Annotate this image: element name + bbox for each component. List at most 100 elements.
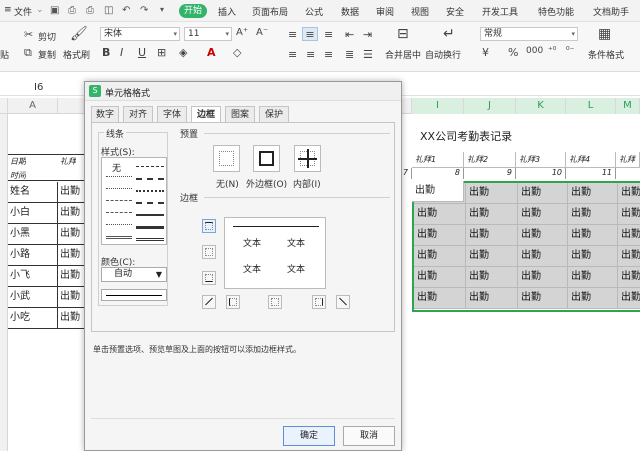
tab-start[interactable]: 开始 <box>179 4 207 18</box>
cut-button[interactable]: 剪切 <box>38 30 56 43</box>
attendance-grid-cell[interactable]: 出勤 <box>518 183 568 204</box>
tab-formula[interactable]: 公式 <box>305 5 323 18</box>
indent-icon[interactable]: ⇤ <box>345 28 354 41</box>
save-icon[interactable]: ▣ <box>50 5 59 16</box>
align-right-icon[interactable]: ≡ <box>324 48 333 61</box>
attendance-grid-cell[interactable]: 出勤 <box>414 204 466 225</box>
increase-decimal-icon[interactable]: ⁺⁰ <box>548 46 556 56</box>
tab-alignment[interactable]: 对齐 <box>123 106 153 122</box>
border-right-button[interactable] <box>312 295 326 309</box>
currency-icon[interactable]: ¥ <box>482 46 489 59</box>
attendance-grid-cell[interactable]: 出勤 <box>414 246 466 267</box>
active-cell[interactable]: 出勤 <box>412 181 464 202</box>
print-icon[interactable]: ⎙ <box>86 5 94 16</box>
tab-pattern[interactable]: 图案 <box>225 106 255 122</box>
border-middle-button[interactable] <box>202 245 216 259</box>
border-center-button[interactable] <box>268 295 282 309</box>
cancel-button[interactable]: 取消 <box>343 426 395 446</box>
name-cell[interactable]: 姓名 <box>8 182 58 203</box>
tab-protection[interactable]: 保护 <box>259 106 289 122</box>
attendance-grid-cell[interactable]: 出勤 <box>466 183 518 204</box>
attendance-grid-cell[interactable]: 出勤 <box>414 225 466 246</box>
name-cell[interactable]: 小飞 <box>8 266 58 287</box>
line-style-option[interactable] <box>106 224 132 225</box>
font-color-icon[interactable]: A <box>207 46 216 59</box>
border-bottom-button[interactable] <box>202 271 216 285</box>
border-left-button[interactable] <box>226 295 240 309</box>
align-middle-icon[interactable]: ≡ <box>302 27 318 41</box>
attendance-grid-cell[interactable]: 出勤 <box>518 246 568 267</box>
line-style-option[interactable] <box>136 166 164 167</box>
line-style-option[interactable] <box>106 200 132 201</box>
column-header[interactable]: M <box>616 98 640 114</box>
decrease-decimal-icon[interactable]: ⁰⁻ <box>566 46 574 56</box>
merge-center-icon[interactable]: ⊟ <box>397 26 409 42</box>
attendance-cell[interactable]: 出勤 <box>58 287 84 308</box>
tab-review[interactable]: 审阅 <box>376 5 394 18</box>
attendance-grid-cell[interactable]: 出勤 <box>414 288 466 309</box>
wrap-text-icon[interactable]: ↵ <box>443 26 455 42</box>
attendance-grid-cell[interactable]: 出勤 <box>466 225 518 246</box>
font-name-select[interactable]: 宋体 ▾ <box>100 27 180 41</box>
tab-border[interactable]: 边框 <box>191 106 221 123</box>
underline-icon[interactable]: U <box>138 46 146 59</box>
tab-data[interactable]: 数据 <box>341 5 359 18</box>
attendance-grid-cell[interactable]: 出勤 <box>618 183 640 204</box>
attendance-grid-cell[interactable]: 出勤 <box>618 204 640 225</box>
tab-number[interactable]: 数字 <box>91 106 119 122</box>
border-diagonal-down-button[interactable] <box>336 295 350 309</box>
column-header[interactable]: A <box>8 98 58 114</box>
undo-icon[interactable]: ↶ <box>122 5 130 16</box>
clear-icon[interactable]: ◇ <box>233 46 241 59</box>
border-icon[interactable]: ⊞ <box>157 46 166 59</box>
name-cell[interactable]: 小白 <box>8 203 58 224</box>
attendance-grid-cell[interactable]: 出勤 <box>618 267 640 288</box>
attendance-grid-cell[interactable]: 出勤 <box>568 246 618 267</box>
redo-icon[interactable]: ↷ <box>140 5 148 16</box>
bold-icon[interactable]: B <box>102 46 110 59</box>
line-style-option[interactable] <box>106 176 132 177</box>
day-number-cell[interactable]: 7 <box>402 168 412 179</box>
attendance-grid-cell[interactable]: 出勤 <box>568 288 618 309</box>
attendance-cell[interactable]: 出勤 <box>58 245 84 266</box>
column-header[interactable]: I <box>412 98 464 114</box>
attendance-cell[interactable]: 出勤 <box>58 224 84 245</box>
name-cell[interactable]: 小武 <box>8 287 58 308</box>
export-pdf-icon[interactable]: ⎙ <box>68 5 76 16</box>
attendance-cell[interactable]: 出勤 <box>58 266 84 287</box>
attendance-cell[interactable]: 出勤 <box>58 308 84 329</box>
attendance-grid-cell[interactable]: 出勤 <box>618 246 640 267</box>
decrease-font-icon[interactable]: A⁻ <box>256 27 268 38</box>
line-style-option[interactable] <box>106 212 132 213</box>
border-preview-area[interactable]: 文本 文本 文本 文本 <box>224 217 326 289</box>
ok-button[interactable]: 确定 <box>283 426 335 446</box>
tab-doc-helper[interactable]: 文档助手 <box>593 5 629 18</box>
day-header-cell[interactable]: 礼拜1 <box>412 152 464 168</box>
attendance-grid-cell[interactable]: 出勤 <box>568 267 618 288</box>
chevron-down-icon[interactable]: ⌄ <box>36 5 44 15</box>
menu-icon[interactable]: ≡ <box>4 5 12 15</box>
attendance-grid-cell[interactable]: 出勤 <box>466 288 518 309</box>
conditional-format-icon[interactable]: ▦ <box>598 26 611 42</box>
format-painter-button[interactable]: 格式刷 <box>63 48 90 61</box>
day-header-cell[interactable]: 礼拜3 <box>516 152 566 168</box>
line-style-option[interactable] <box>106 236 132 239</box>
tab-font[interactable]: 字体 <box>157 106 187 122</box>
distribute-icon[interactable]: ☰ <box>363 48 373 61</box>
corner-cell[interactable] <box>0 98 8 114</box>
attendance-grid-cell[interactable]: 出勤 <box>518 225 568 246</box>
name-box[interactable]: I6 <box>34 82 43 93</box>
line-style-list[interactable]: 无 <box>101 157 167 245</box>
conditional-format-button[interactable]: 条件格式 <box>588 48 624 61</box>
column-header[interactable]: J <box>464 98 516 114</box>
border-top-button[interactable] <box>202 219 216 233</box>
attendance-cell[interactable]: 出勤 <box>58 182 84 203</box>
tab-view[interactable]: 视图 <box>411 5 429 18</box>
preset-none-button[interactable] <box>213 145 240 172</box>
chevron-down-icon[interactable]: ▾ <box>160 5 164 14</box>
copy-icon[interactable]: ⧉ <box>24 46 32 60</box>
merge-center-button[interactable]: 合并居中 <box>385 48 421 61</box>
format-painter-icon[interactable]: 🖌 <box>70 26 88 42</box>
attendance-grid-cell[interactable]: 出勤 <box>568 204 618 225</box>
number-format-select[interactable]: 常规 ▾ <box>480 27 578 41</box>
